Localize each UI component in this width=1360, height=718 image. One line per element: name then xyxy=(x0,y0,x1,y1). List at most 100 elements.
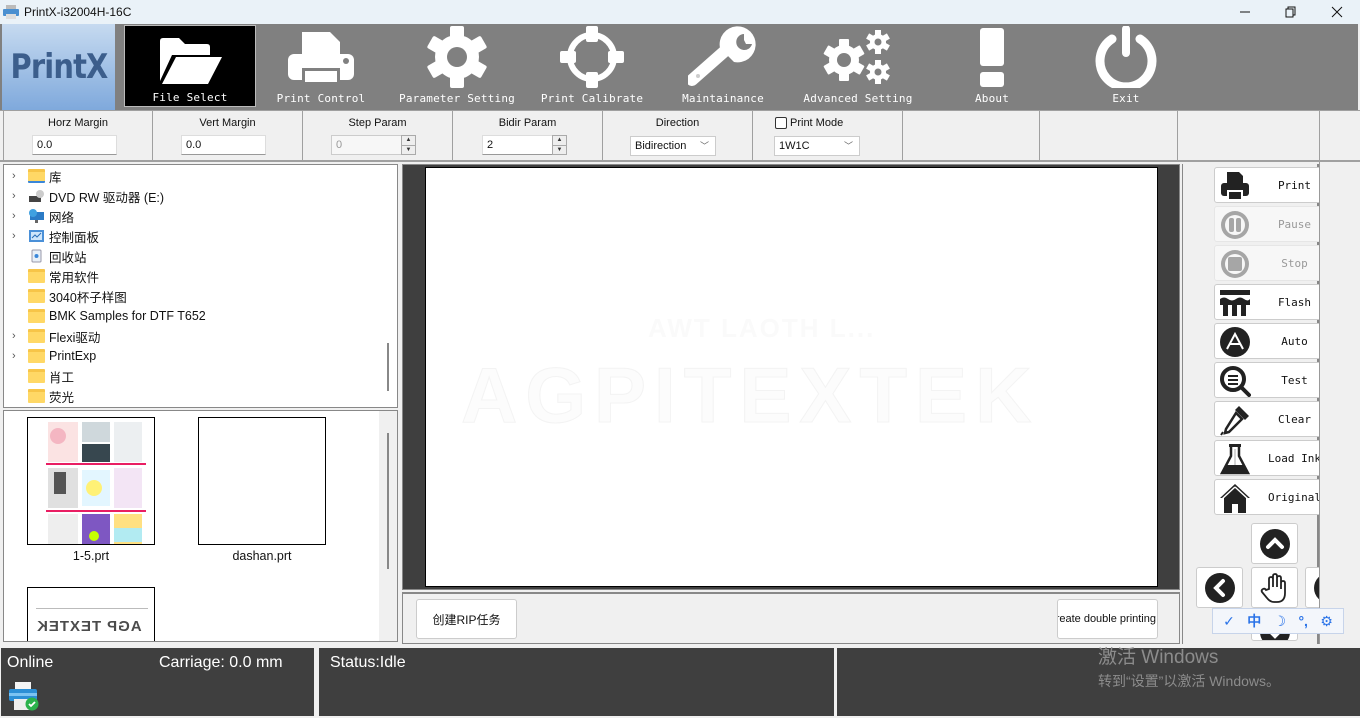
hand-button[interactable] xyxy=(1251,567,1298,608)
chevron-right-icon[interactable]: › xyxy=(12,350,16,362)
carriage-position: Carriage: 0.0 mm xyxy=(159,654,283,671)
window-title: PrintX-i32004H-16C xyxy=(24,5,132,19)
chevron-down-icon: ﹀ xyxy=(843,141,853,151)
chevron-right-icon[interactable]: › xyxy=(12,330,16,342)
tab-print-calibrate[interactable]: Print Calibrate xyxy=(532,25,652,107)
stop-button[interactable]: Stop xyxy=(1214,245,1335,281)
tree-item[interactable]: 常用软件 xyxy=(4,266,389,286)
auto-icon xyxy=(1220,327,1250,357)
direction-select[interactable]: Bidirection ﹀ xyxy=(630,136,716,156)
chevron-right-icon[interactable]: › xyxy=(12,170,16,182)
tree-item-label: 网络 xyxy=(49,210,75,225)
tree-item[interactable]: › Flexi驱动 xyxy=(4,326,389,346)
pause-button[interactable]: Pause xyxy=(1214,206,1335,242)
printx-logo: PrintX xyxy=(2,24,115,110)
load-ink-button[interactable]: Load Ink xyxy=(1214,440,1335,476)
original-button[interactable]: Original xyxy=(1214,479,1335,515)
minimize-button[interactable] xyxy=(1222,0,1268,24)
tab-parameter-setting[interactable]: Parameter Setting xyxy=(396,25,518,107)
chevron-right-icon[interactable]: › xyxy=(12,190,16,202)
thumbnail-1-5[interactable] xyxy=(27,417,155,545)
bidir-param-label: Bidir Param xyxy=(498,117,557,129)
tree-item-label: Flexi驱动 xyxy=(49,330,101,345)
tab-print-control[interactable]: Print Control xyxy=(262,25,380,107)
parameter-bar: Horz Margin 0.0 Vert Margin 0.0 Step Par… xyxy=(0,110,1360,162)
tree-item[interactable]: › 控制面板 xyxy=(4,226,389,246)
move-up-button[interactable] xyxy=(1251,523,1298,564)
empty-cell xyxy=(1040,111,1178,161)
flash-button[interactable]: Flash xyxy=(1214,284,1335,320)
step-param-input[interactable]: 0 xyxy=(331,135,403,155)
tree-item[interactable]: › PrintExp xyxy=(4,346,389,366)
thumbnail-label: dashan.prt xyxy=(232,549,292,563)
spin-down-icon[interactable]: ▼ xyxy=(402,145,415,155)
step-param-spinner[interactable]: ▲ ▼ xyxy=(401,135,416,155)
chevron-right-icon[interactable]: › xyxy=(12,210,16,222)
tree-item-label: BMK Samples for DTF T652 xyxy=(49,309,206,323)
flask-icon xyxy=(1219,444,1251,475)
auto-button[interactable]: Auto xyxy=(1214,323,1335,359)
tab-advanced-setting[interactable]: Advanced Setting xyxy=(800,25,916,107)
tree-item-label: 荧光 xyxy=(49,390,75,405)
horz-margin-input[interactable]: 0.0 xyxy=(32,135,117,155)
tree-item[interactable]: 肖工 xyxy=(4,366,389,386)
ime-mode-icon[interactable]: ✓ xyxy=(1223,613,1235,630)
vert-margin-input[interactable]: 0.0 xyxy=(181,135,266,155)
control-panel: Print Pause Stop Flash Auto Test Clear L… xyxy=(1182,164,1352,644)
tree-item[interactable]: 荧光 xyxy=(4,386,389,406)
title-bar: PrintX-i32004H-16C xyxy=(0,0,1360,24)
spin-up-icon[interactable]: ▲ xyxy=(553,136,566,145)
recycle-bin-icon xyxy=(31,249,42,263)
tree-item[interactable]: 回收站 xyxy=(4,246,389,266)
bidir-param-spinner[interactable]: ▲ ▼ xyxy=(552,135,567,155)
ime-punctuation-icon[interactable]: °, xyxy=(1298,613,1308,629)
tab-maintainance[interactable]: Maintainance xyxy=(668,25,778,107)
chevron-right-icon[interactable]: › xyxy=(12,230,16,242)
printer-status: Status:Idle xyxy=(330,654,406,671)
spin-down-icon[interactable]: ▼ xyxy=(553,145,566,155)
thumbnail-logo-text: AGP TEXTEK xyxy=(36,618,142,635)
test-button[interactable]: Test xyxy=(1214,362,1335,398)
tree-item-label: 3040杯子样图 xyxy=(49,290,127,305)
vert-margin-label: Vert Margin xyxy=(199,117,256,129)
tab-label: Print Calibrate xyxy=(540,92,644,105)
tree-scrollbar[interactable] xyxy=(387,343,389,391)
ime-chinese-icon[interactable]: 中 xyxy=(1247,611,1261,631)
move-left-button[interactable] xyxy=(1196,567,1243,608)
spin-up-icon[interactable]: ▲ xyxy=(402,136,415,145)
tree-item[interactable]: › 库 xyxy=(4,166,389,186)
tree-item[interactable]: BMK Samples for DTF T652 xyxy=(4,306,389,326)
print-mode-select[interactable]: 1W1C ﹀ xyxy=(774,136,860,156)
tree-item[interactable]: › 网络 xyxy=(4,206,389,226)
tree-item-label: PrintExp xyxy=(49,349,97,363)
print-mode-checkbox[interactable] xyxy=(775,117,787,129)
create-double-printing-button[interactable]: Create double printing xyxy=(1057,599,1158,639)
thumbnail-scrollbar-track[interactable] xyxy=(379,411,397,641)
thumbnail-scrollbar-thumb[interactable] xyxy=(387,433,389,569)
clear-button[interactable]: Clear xyxy=(1214,401,1335,437)
restore-button[interactable] xyxy=(1268,0,1314,24)
tab-file-select[interactable]: File Select xyxy=(124,25,256,107)
folder-open-icon xyxy=(160,38,222,84)
create-double-printing-label: Create double printing xyxy=(1057,613,1156,625)
bidir-param-input[interactable]: 2 xyxy=(482,135,554,155)
print-button[interactable]: Print xyxy=(1214,167,1335,203)
tab-about[interactable]: About xyxy=(962,25,1022,107)
close-button[interactable] xyxy=(1314,0,1360,24)
print-mode-toggle: Print Mode xyxy=(775,117,843,129)
tree-item[interactable]: › DVD RW 驱动器 (E:) xyxy=(4,186,389,206)
create-rip-task-button[interactable]: 创建RIP任务 xyxy=(416,599,517,639)
ime-halfwidth-icon[interactable]: ☽ xyxy=(1274,613,1287,630)
preview-canvas[interactable]: AWT LAOTH L... AGPITEXTEK xyxy=(425,167,1158,587)
thumbnail-agp-textek[interactable]: AGP TEXTEK xyxy=(27,587,155,641)
folder-icon xyxy=(28,389,45,403)
tree-item[interactable]: 3040杯子样图 xyxy=(4,286,389,306)
ime-settings-icon[interactable]: ⚙ xyxy=(1320,613,1333,630)
tab-exit[interactable]: Exit xyxy=(1088,25,1164,107)
network-icon xyxy=(29,209,44,223)
folder-icon xyxy=(28,309,45,323)
tree-item-label: 库 xyxy=(49,170,62,185)
print-mode-value: 1W1C xyxy=(779,140,810,152)
horz-margin-cell: Horz Margin 0.0 xyxy=(3,111,153,161)
thumbnail-dashan[interactable] xyxy=(198,417,326,545)
